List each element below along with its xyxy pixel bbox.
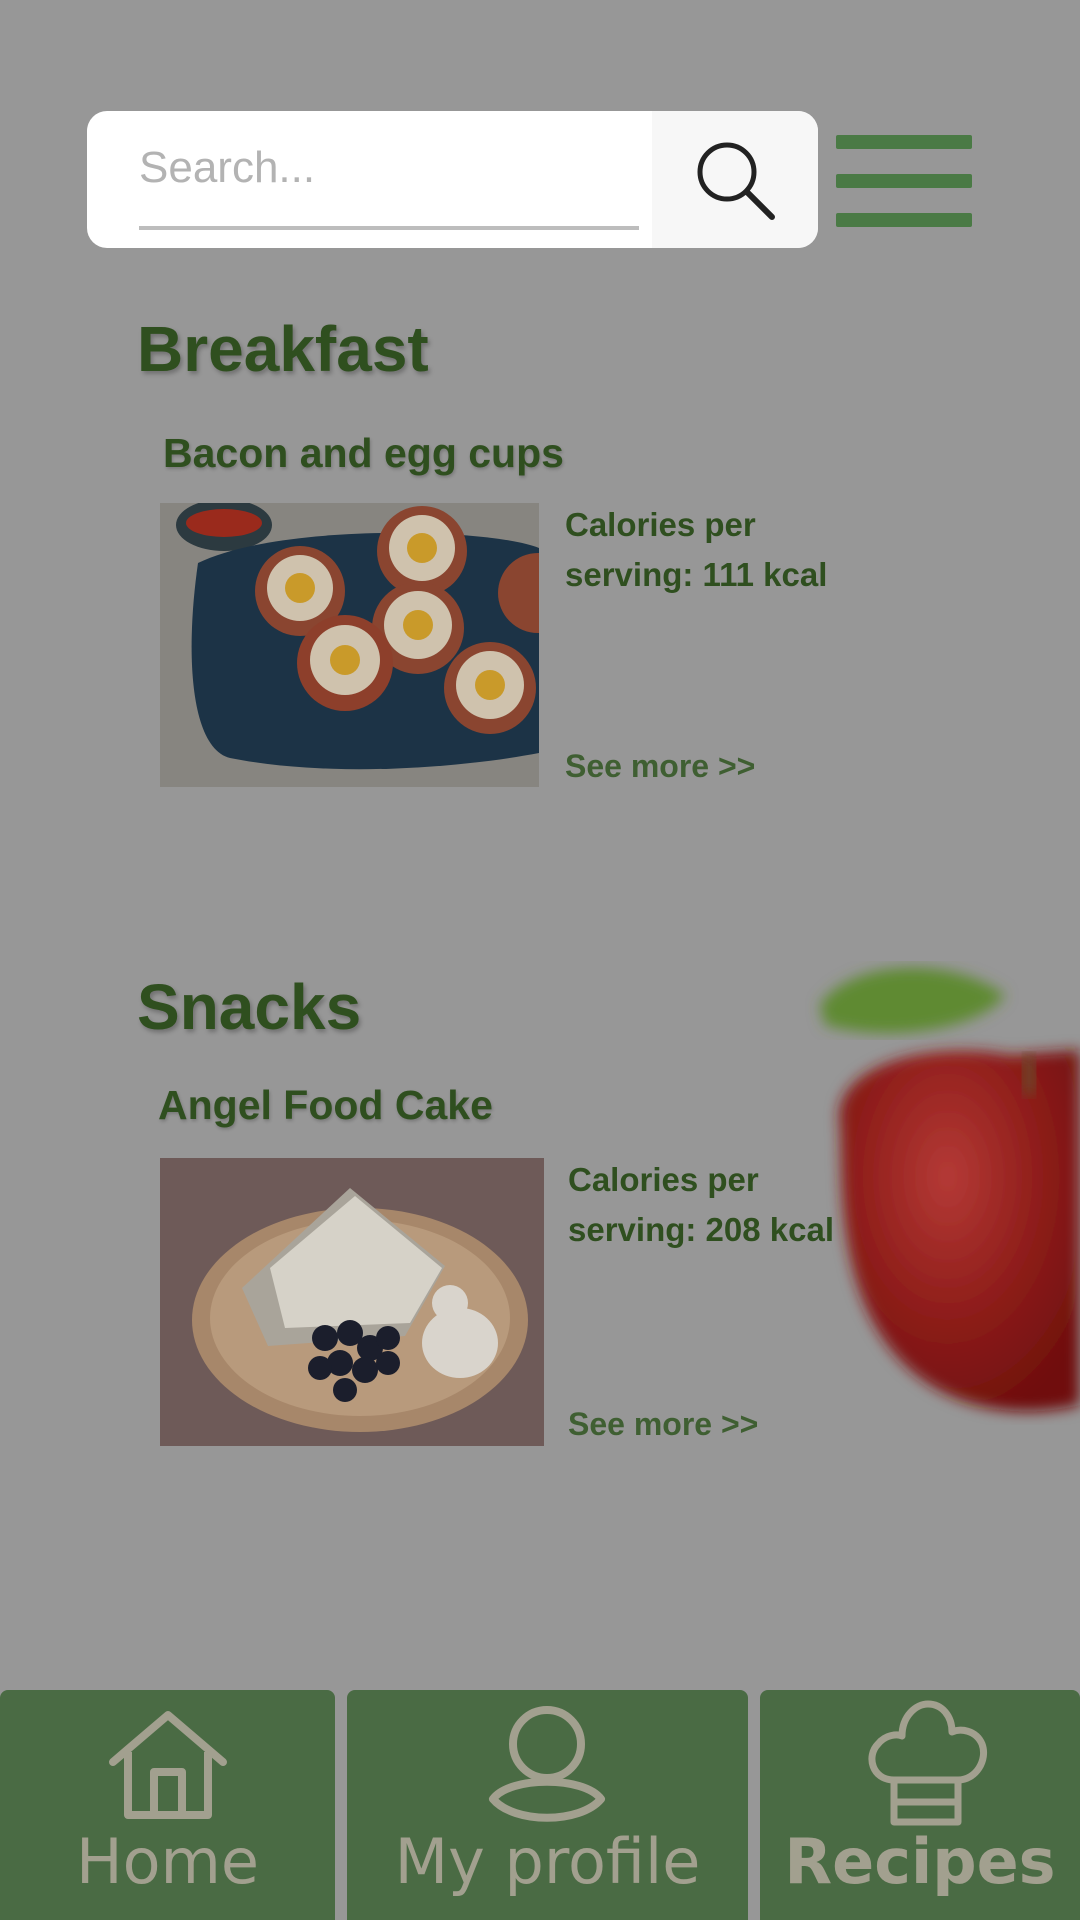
nav-tab-my-profile[interactable]: My profile xyxy=(347,1690,748,1920)
search-icon xyxy=(697,142,775,220)
user-icon xyxy=(489,1706,605,1822)
bacon-egg-cups-photo xyxy=(160,503,539,787)
nav-label-home: Home xyxy=(75,1825,260,1898)
search-underline xyxy=(139,226,639,230)
hamburger-menu-button[interactable] xyxy=(836,135,972,227)
chef-hat-icon xyxy=(868,1700,987,1826)
recipe-title: Angel Food Cake xyxy=(158,1082,493,1128)
see-more-link-bacon-egg-cups[interactable]: See more >> xyxy=(565,748,755,785)
calories-text: Calories per serving: 111 kcal xyxy=(565,506,828,593)
hamburger-menu-icon-bar xyxy=(836,174,972,188)
search-bar xyxy=(87,111,818,248)
angel-food-cake-photo xyxy=(160,1158,544,1446)
calories-text: Calories per serving: 208 kcal xyxy=(568,1161,834,1248)
home-icon xyxy=(109,1711,227,1819)
recipe-title: Bacon and egg cups xyxy=(163,430,564,476)
section-title-breakfast: Breakfast xyxy=(137,313,429,385)
nav-label-recipes: Recipes xyxy=(784,1825,1056,1898)
nav-label-my-profile: My profile xyxy=(394,1825,701,1898)
search-input[interactable] xyxy=(139,133,639,203)
nav-tab-home[interactable]: Home xyxy=(0,1690,335,1920)
recipe-image-angel-food-cake[interactable] xyxy=(160,1158,544,1446)
see-more-link-angel-food-cake[interactable]: See more >> xyxy=(568,1406,758,1443)
section-title-snacks: Snacks xyxy=(137,971,362,1043)
hamburger-menu-icon xyxy=(836,135,972,149)
nav-tab-recipes[interactable]: Recipes xyxy=(760,1690,1080,1920)
search-button[interactable] xyxy=(652,111,818,248)
hamburger-menu-icon-bar xyxy=(836,213,972,227)
recipe-image-bacon-egg-cups[interactable] xyxy=(160,503,539,787)
